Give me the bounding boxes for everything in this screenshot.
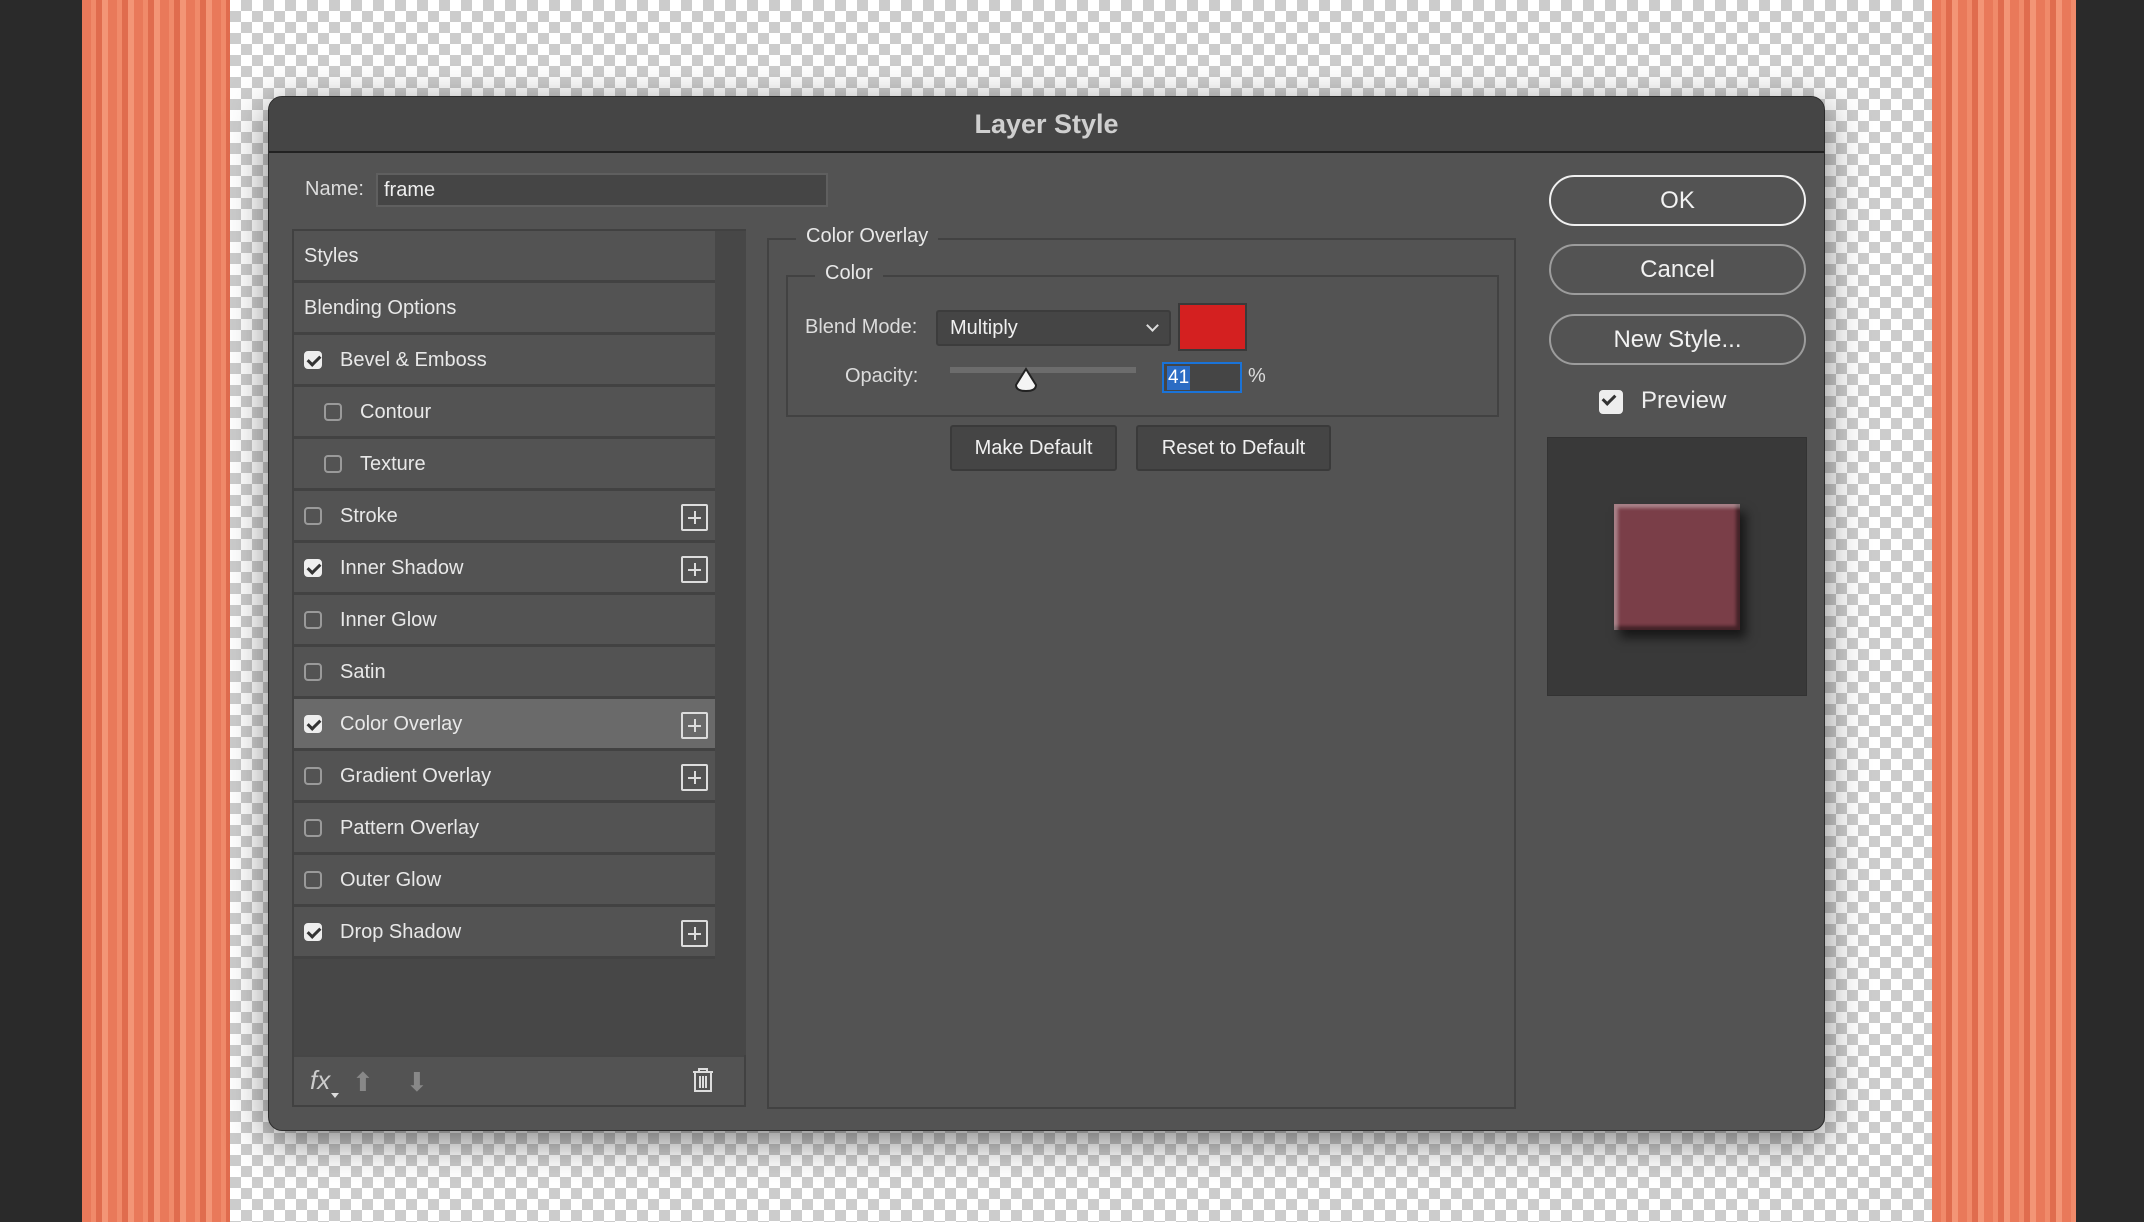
style-item-label: Blending Options bbox=[304, 297, 457, 319]
opacity-slider-thumb[interactable] bbox=[1013, 367, 1039, 393]
checkbox[interactable] bbox=[324, 455, 342, 473]
name-input[interactable] bbox=[376, 173, 828, 207]
ok-button[interactable]: OK bbox=[1549, 175, 1806, 226]
style-item-label: Inner Shadow bbox=[340, 557, 464, 579]
add-icon[interactable] bbox=[681, 504, 708, 531]
color-overlay-title: Color Overlay bbox=[796, 225, 939, 248]
style-item-label: Inner Glow bbox=[340, 609, 437, 631]
blend-mode-select[interactable]: Multiply bbox=[936, 310, 1171, 346]
style-item-inner-glow[interactable]: Inner Glow bbox=[294, 595, 715, 647]
blend-mode-label: Blend Mode: bbox=[805, 316, 918, 338]
style-item-label: Color Overlay bbox=[340, 713, 463, 735]
opacity-slider[interactable] bbox=[950, 367, 1136, 373]
add-icon[interactable] bbox=[681, 920, 708, 947]
checkbox[interactable] bbox=[304, 611, 322, 629]
style-item-bevel-emboss[interactable]: Bevel & Emboss bbox=[294, 335, 715, 387]
style-item-styles[interactable]: Styles bbox=[294, 231, 715, 283]
reset-to-default-button[interactable]: Reset to Default bbox=[1136, 425, 1331, 471]
opacity-label: Opacity: bbox=[845, 365, 919, 387]
fx-dropdown-arrow-icon bbox=[331, 1093, 339, 1102]
overlay-color-swatch[interactable] bbox=[1178, 303, 1247, 351]
style-item-stroke[interactable]: Stroke bbox=[294, 491, 715, 543]
style-item-label: Drop Shadow bbox=[340, 921, 462, 943]
move-down-icon[interactable]: ⬇ bbox=[406, 1067, 428, 1098]
color-group-title: Color bbox=[815, 262, 883, 285]
name-label: Name: bbox=[305, 178, 364, 200]
add-icon[interactable] bbox=[681, 712, 708, 739]
style-item-label: Pattern Overlay bbox=[340, 817, 479, 839]
checkbox[interactable] bbox=[304, 767, 322, 785]
new-style-button[interactable]: New Style... bbox=[1549, 314, 1806, 365]
checkbox[interactable] bbox=[304, 507, 322, 525]
style-item-label: Gradient Overlay bbox=[340, 765, 492, 787]
style-item-color-overlay[interactable]: Color Overlay bbox=[294, 699, 715, 751]
preview-swatch bbox=[1614, 504, 1740, 630]
preview-check-icon bbox=[1599, 390, 1623, 414]
style-item-contour[interactable]: Contour bbox=[294, 387, 715, 439]
style-item-drop-shadow[interactable]: Drop Shadow bbox=[294, 907, 715, 959]
move-up-icon[interactable]: ⬆ bbox=[352, 1067, 374, 1098]
style-item-label: Satin bbox=[340, 661, 386, 683]
wood-frame-right bbox=[1932, 0, 2076, 1222]
trash-icon[interactable] bbox=[691, 1067, 715, 1093]
style-item-texture[interactable]: Texture bbox=[294, 439, 715, 491]
blend-mode-value: Multiply bbox=[950, 317, 1018, 339]
checkbox[interactable] bbox=[304, 923, 322, 941]
cancel-button[interactable]: Cancel bbox=[1549, 244, 1806, 295]
style-item-satin[interactable]: Satin bbox=[294, 647, 715, 699]
preview-checkbox[interactable] bbox=[1599, 390, 1623, 414]
color-group: Color bbox=[786, 262, 1499, 417]
fx-button[interactable]: fx bbox=[310, 1065, 330, 1096]
checkbox[interactable] bbox=[304, 819, 322, 837]
checkbox[interactable] bbox=[304, 871, 322, 889]
dialog-title: Layer Style bbox=[269, 97, 1824, 153]
style-item-pattern-overlay[interactable]: Pattern Overlay bbox=[294, 803, 715, 855]
style-item-label: Texture bbox=[360, 453, 426, 475]
chevron-down-icon bbox=[1146, 319, 1159, 332]
styles-list: Drop Shadow Outer Glow Pattern Overlay Grad… bbox=[292, 229, 746, 1107]
layer-style-dialog: Layer Style Name: Drop Shadow Outer Glow P… bbox=[268, 96, 1825, 1131]
add-icon[interactable] bbox=[681, 556, 708, 583]
preview-label: Preview bbox=[1641, 387, 1727, 414]
style-item-inner-shadow[interactable]: Inner Shadow bbox=[294, 543, 715, 595]
make-default-button[interactable]: Make Default bbox=[950, 425, 1117, 471]
opacity-input[interactable]: 41 bbox=[1162, 362, 1242, 393]
preview-box bbox=[1547, 437, 1807, 696]
list-footer: fx ⬆ ⬇ bbox=[294, 1055, 744, 1105]
list-scrollbar[interactable] bbox=[715, 231, 746, 1055]
checkbox[interactable] bbox=[304, 663, 322, 681]
style-item-blending-options[interactable]: Blending Options bbox=[294, 283, 715, 335]
wood-frame-left bbox=[82, 0, 230, 1222]
style-item-label: Stroke bbox=[340, 505, 398, 527]
checkbox[interactable] bbox=[304, 351, 322, 369]
checkbox[interactable] bbox=[304, 559, 322, 577]
opacity-unit: % bbox=[1248, 365, 1266, 387]
style-item-label: Styles bbox=[304, 245, 359, 267]
opacity-value: 41 bbox=[1167, 366, 1191, 390]
style-item-label: Bevel & Emboss bbox=[340, 349, 487, 371]
checkbox[interactable] bbox=[324, 403, 342, 421]
style-item-outer-glow[interactable]: Outer Glow bbox=[294, 855, 715, 907]
style-item-label: Outer Glow bbox=[340, 869, 442, 891]
style-item-label: Contour bbox=[360, 401, 432, 423]
add-icon[interactable] bbox=[681, 764, 708, 791]
checkbox[interactable] bbox=[304, 715, 322, 733]
style-item-gradient-overlay[interactable]: Gradient Overlay bbox=[294, 751, 715, 803]
canvas-background-left bbox=[0, 0, 82, 1222]
